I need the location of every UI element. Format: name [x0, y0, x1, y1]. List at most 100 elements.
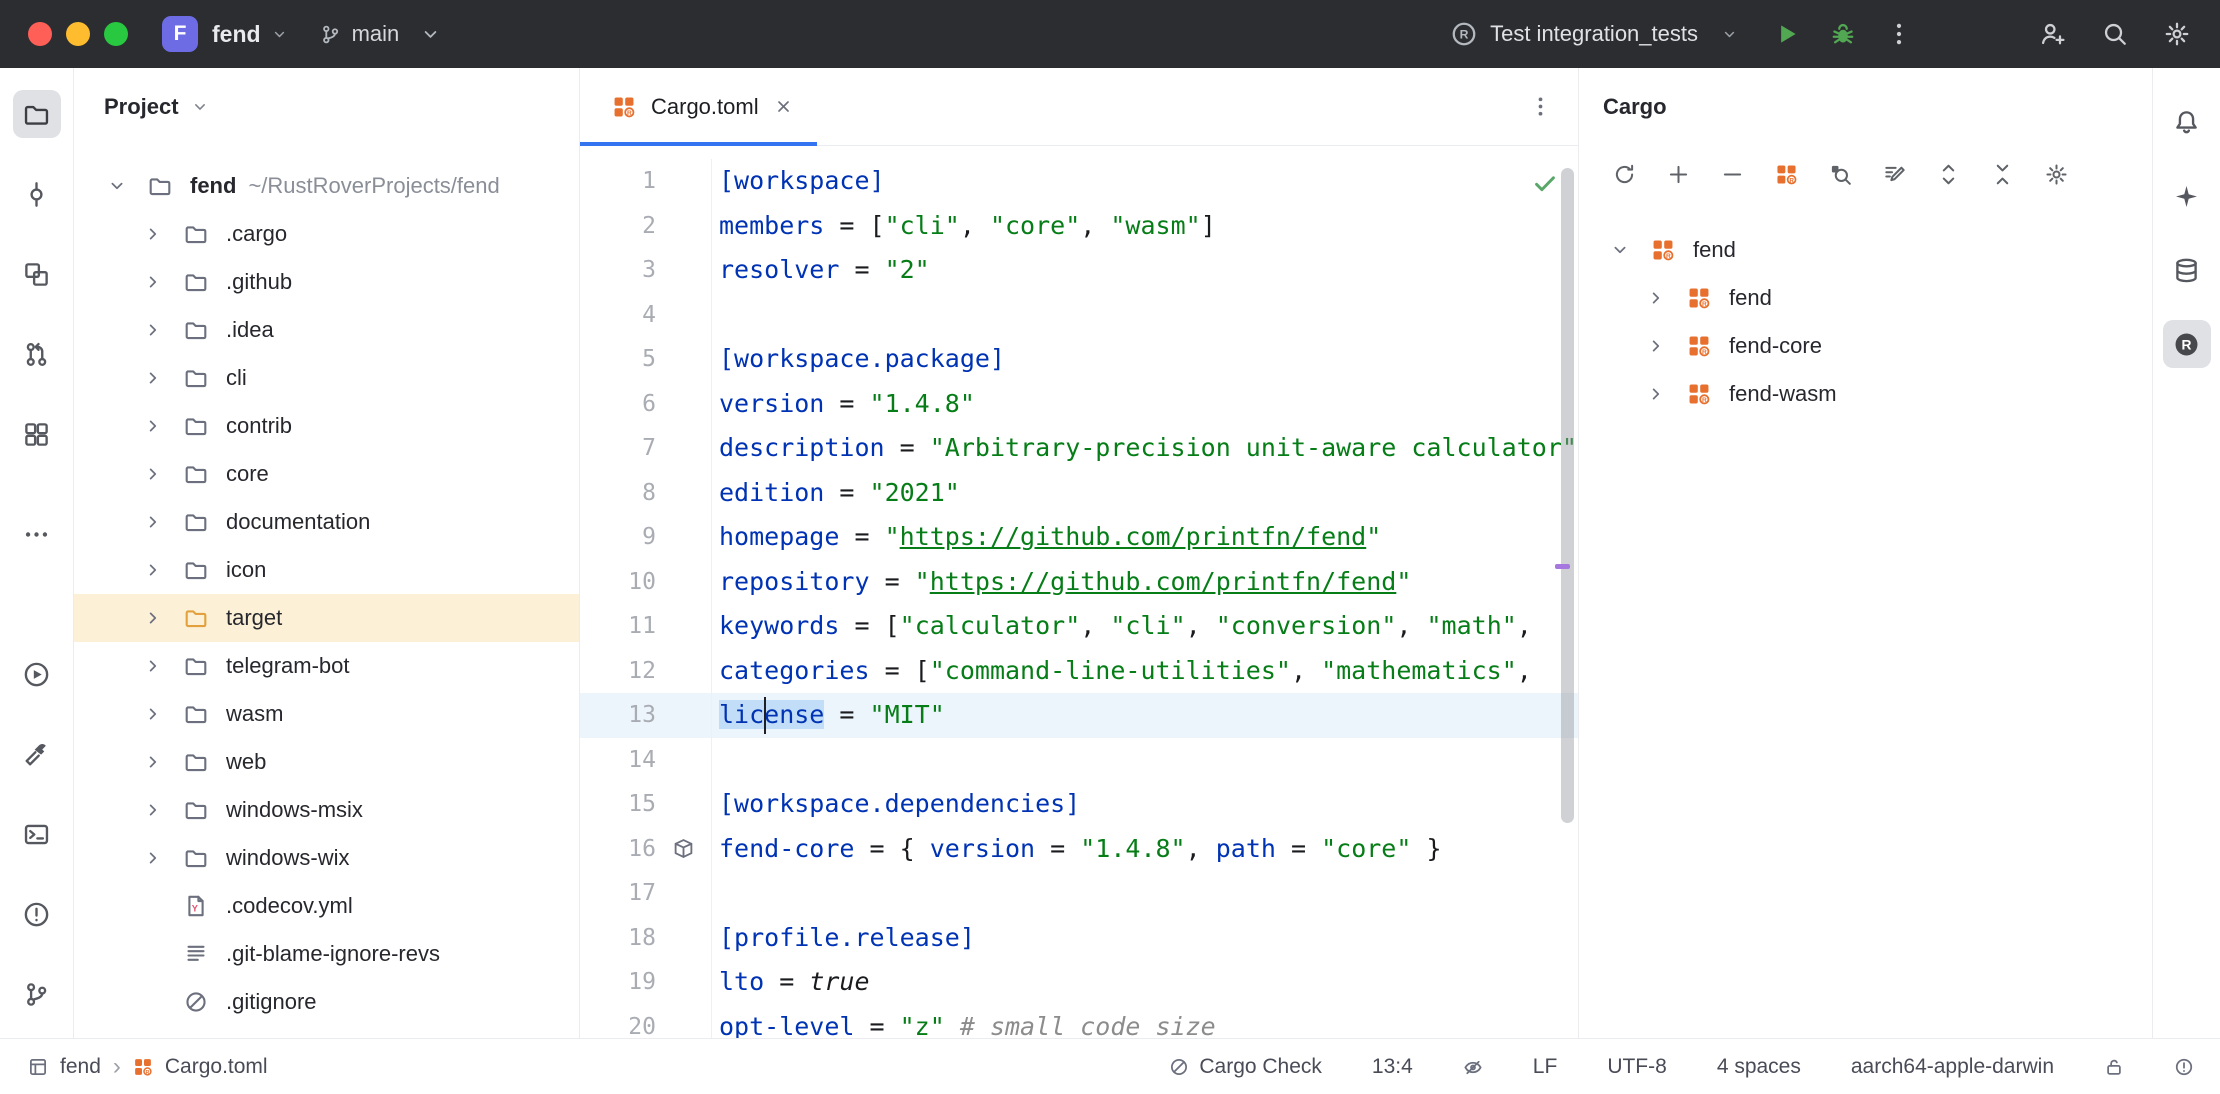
run-configuration-selector[interactable]: R Test integration_tests: [1451, 21, 1738, 47]
close-tab-icon[interactable]: [774, 97, 793, 116]
tool-structure-button[interactable]: [13, 250, 61, 298]
cargo-button[interactable]: R: [1775, 163, 1798, 186]
tree-item-web[interactable]: web: [74, 738, 579, 786]
scrollbar-change-marker[interactable]: [1555, 564, 1570, 569]
chevron-right-icon[interactable]: [132, 752, 174, 772]
chevron-right-icon[interactable]: [132, 704, 174, 724]
code-line-5[interactable]: 5 [workspace.package]: [580, 337, 1578, 382]
tool-project-folder-button[interactable]: [13, 90, 61, 138]
chevron-right-icon[interactable]: [132, 512, 174, 532]
tree-item-wasm[interactable]: wasm: [74, 690, 579, 738]
tree-item-.codecov.yml[interactable]: Y .codecov.yml: [74, 882, 579, 930]
cargo-tree-item-fend-wasm[interactable]: R fend-wasm: [1579, 370, 2152, 418]
cursor-position-widget[interactable]: 13:4: [1372, 1055, 1413, 1079]
project-widget[interactable]: F fend: [128, 16, 288, 52]
tool-more-horizontal-button[interactable]: [13, 510, 61, 558]
refresh-button[interactable]: [1613, 163, 1636, 186]
cargo-tree-root-fend[interactable]: R fend: [1579, 226, 2152, 274]
expand-all-button[interactable]: [1937, 163, 1960, 186]
code-line-19[interactable]: 19 lto = true: [580, 960, 1578, 1005]
search-button[interactable]: [2102, 21, 2128, 47]
branch-widget[interactable]: main: [320, 21, 442, 47]
tool-terminal-button[interactable]: [13, 810, 61, 858]
inspections-ok-icon[interactable]: [1532, 170, 1558, 196]
edit-toml-button[interactable]: [1883, 163, 1906, 186]
indent-widget[interactable]: 4 spaces: [1717, 1055, 1801, 1079]
encoding-widget[interactable]: UTF-8: [1607, 1055, 1667, 1079]
code-line-18[interactable]: 18 [profile.release]: [580, 916, 1578, 961]
code-line-1[interactable]: 1 [workspace]: [580, 159, 1578, 204]
code-editor[interactable]: 1 [workspace] 2 members = ["cli", "core"…: [580, 146, 1578, 1038]
tree-item-windows-msix[interactable]: windows-msix: [74, 786, 579, 834]
tree-root-fend[interactable]: fend ~/RustRoverProjects/fend: [74, 162, 579, 210]
cargo-tree-item-fend-core[interactable]: R fend-core: [1579, 322, 2152, 370]
tool-modules-button[interactable]: [13, 410, 61, 458]
code-line-2[interactable]: 2 members = ["cli", "core", "wasm"]: [580, 204, 1578, 249]
add-button[interactable]: [1667, 163, 1690, 186]
chevron-right-icon[interactable]: [132, 464, 174, 484]
editor-scrollbar[interactable]: [1561, 168, 1574, 823]
code-line-6[interactable]: 6 version = "1.4.8": [580, 382, 1578, 427]
settings-button[interactable]: [2164, 21, 2190, 47]
tool-build-button[interactable]: [13, 730, 61, 778]
tree-item-icon[interactable]: icon: [74, 546, 579, 594]
tool-rust-button[interactable]: R: [2163, 320, 2211, 368]
chevron-down-icon[interactable]: [1599, 240, 1641, 260]
tree-item-target[interactable]: target: [74, 594, 579, 642]
tool-commit-button[interactable]: [13, 170, 61, 218]
tool-ai-assistant-button[interactable]: [2163, 172, 2211, 220]
code-line-16[interactable]: 16 fend-core = { version = "1.4.8", path…: [580, 827, 1578, 872]
chevron-right-icon[interactable]: [1635, 288, 1677, 308]
tree-item-contrib[interactable]: contrib: [74, 402, 579, 450]
code-line-3[interactable]: 3 resolver = "2": [580, 248, 1578, 293]
more-actions-button[interactable]: [1886, 21, 1912, 47]
chevron-right-icon[interactable]: [132, 656, 174, 676]
breadcrumb-file[interactable]: Cargo.toml: [165, 1055, 268, 1079]
target-triple-widget[interactable]: aarch64-apple-darwin: [1851, 1055, 2054, 1079]
breadcrumb-module[interactable]: fend: [60, 1055, 101, 1079]
problems-counter-widget[interactable]: [2174, 1057, 2194, 1077]
settings-small-button[interactable]: [2045, 163, 2068, 186]
cargo-check-widget[interactable]: Cargo Check: [1169, 1055, 1322, 1079]
crate-icon[interactable]: [673, 838, 694, 859]
tree-item-.github[interactable]: .github: [74, 258, 579, 306]
code-line-9[interactable]: 9 homepage = "https://github.com/printfn…: [580, 515, 1578, 560]
tool-pull-requests-button[interactable]: [13, 330, 61, 378]
tree-item-.git-blame-ignore-revs[interactable]: .git-blame-ignore-revs: [74, 930, 579, 978]
code-line-10[interactable]: 10 repository = "https://github.com/prin…: [580, 560, 1578, 605]
chevron-down-icon[interactable]: [96, 176, 138, 196]
minimize-window-button[interactable]: [66, 22, 90, 46]
tree-item-windows-wix[interactable]: windows-wix: [74, 834, 579, 882]
tool-database-button[interactable]: [2163, 246, 2211, 294]
project-panel-header[interactable]: Project: [74, 68, 579, 146]
chevron-right-icon[interactable]: [1635, 336, 1677, 356]
code-line-17[interactable]: 17: [580, 871, 1578, 916]
chevron-right-icon[interactable]: [132, 320, 174, 340]
tool-notifications-button[interactable]: [2163, 98, 2211, 146]
collapse-all-button[interactable]: [1991, 163, 2014, 186]
cargo-tree-item-fend[interactable]: R fend: [1579, 274, 2152, 322]
tree-item-cli[interactable]: cli: [74, 354, 579, 402]
code-line-13[interactable]: 13 license = "MIT": [580, 693, 1578, 738]
readonly-toggle-widget[interactable]: [2104, 1057, 2124, 1077]
code-line-12[interactable]: 12 categories = ["command-line-utilities…: [580, 649, 1578, 694]
editor-tab-options-button[interactable]: [1529, 95, 1578, 118]
tree-item-core[interactable]: core: [74, 450, 579, 498]
tree-item-documentation[interactable]: documentation: [74, 498, 579, 546]
chevron-right-icon[interactable]: [132, 272, 174, 292]
chevron-right-icon[interactable]: [132, 848, 174, 868]
debug-button[interactable]: [1830, 21, 1856, 47]
chevron-right-icon[interactable]: [1635, 384, 1677, 404]
tree-item-.cargo[interactable]: .cargo: [74, 210, 579, 258]
chevron-right-icon[interactable]: [132, 224, 174, 244]
code-line-4[interactable]: 4: [580, 293, 1578, 338]
editor-tab-cargo-toml[interactable]: R Cargo.toml: [580, 68, 817, 145]
tool-problems-button[interactable]: [13, 890, 61, 938]
code-line-8[interactable]: 8 edition = "2021": [580, 471, 1578, 516]
tree-item-.gitignore[interactable]: .gitignore: [74, 978, 579, 1026]
tool-version-control-button[interactable]: [13, 970, 61, 1018]
tree-item-.idea[interactable]: .idea: [74, 306, 579, 354]
line-separator-widget[interactable]: LF: [1533, 1055, 1558, 1079]
code-line-11[interactable]: 11 keywords = ["calculator", "cli", "con…: [580, 604, 1578, 649]
code-line-14[interactable]: 14: [580, 738, 1578, 783]
